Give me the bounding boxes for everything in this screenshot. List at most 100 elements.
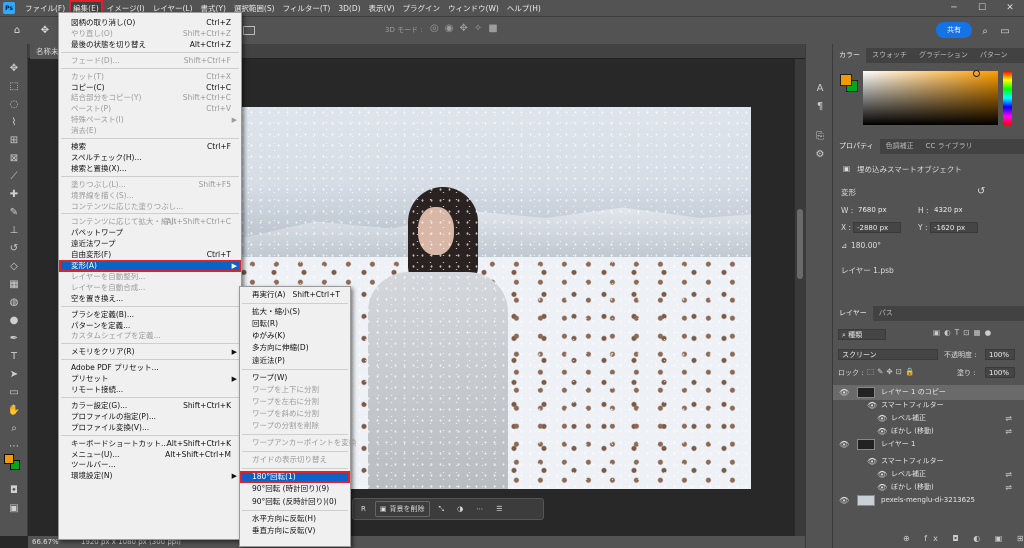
menu-item[interactable]: ワープを上下に分割: [240, 384, 350, 396]
menu-item[interactable]: 水平方向に反転(H): [240, 513, 350, 525]
height-field[interactable]: 4320 px: [931, 205, 979, 216]
home-icon[interactable]: ⌂: [8, 22, 26, 40]
scrollbar-thumb[interactable]: [797, 209, 803, 279]
menu-11[interactable]: ヘルプ(H): [503, 0, 545, 16]
workspace-icon[interactable]: ▭: [996, 22, 1014, 40]
color-picker-field[interactable]: [863, 71, 998, 125]
menu-9[interactable]: プラグイン: [399, 0, 445, 16]
menu-item[interactable]: ガイドの表示切り替え: [240, 454, 350, 466]
minimize-icon[interactable]: ─: [940, 0, 968, 16]
layer-kind-filter[interactable]: ⌕ 種類: [838, 329, 886, 340]
menu-item[interactable]: カスタムシェイプを定義...: [59, 330, 241, 342]
eraser-tool-icon[interactable]: ◇: [6, 260, 22, 274]
menu-item[interactable]: プロファイル変換(V)...: [59, 422, 241, 434]
menu-item[interactable]: 最後の状態を切り替え Alt+Ctrl+Z: [59, 39, 241, 51]
move-tool-icon[interactable]: ✥: [6, 62, 22, 76]
y-field[interactable]: -1620 px: [930, 222, 978, 233]
fill-field[interactable]: 100%: [985, 367, 1015, 378]
crop-tool-icon[interactable]: ⊞: [6, 134, 22, 148]
layer-filter-icons[interactable]: ▣◐T⊡▦●: [933, 328, 995, 337]
menu-item[interactable]: 90°回転 (時計回り)(9): [240, 483, 350, 495]
move-tool-icon[interactable]: ✥: [36, 22, 54, 40]
reset-transform-icon[interactable]: ↺: [977, 186, 985, 197]
menu-item[interactable]: 回転(R): [240, 318, 350, 330]
layer-panel-actions[interactable]: ⊕ fx ◘ ◐ ▣ ⊞ 🗑: [903, 534, 1024, 543]
healing-brush-icon[interactable]: ✚: [6, 188, 22, 202]
menu-item[interactable]: 検索と置換(X)...: [59, 163, 241, 175]
tab-adjustments[interactable]: 色調補正: [880, 139, 920, 154]
menu-8[interactable]: 表示(V): [365, 0, 399, 16]
menu-6[interactable]: フィルター(T): [279, 0, 335, 16]
remove-background-button[interactable]: ▣ 背景を削除: [374, 501, 430, 517]
tab-cc-libraries[interactable]: CC ライブラリ: [920, 139, 979, 154]
blend-mode-select[interactable]: スクリーン: [838, 349, 938, 360]
tab-layers[interactable]: レイヤー: [833, 306, 873, 321]
brush-tool-icon[interactable]: ✎: [6, 206, 22, 220]
quick-select-icon[interactable]: ⌇: [6, 116, 22, 130]
menu-item[interactable]: ワープアンカーポイントを変換: [240, 437, 356, 449]
slide-icon[interactable]: ✧: [474, 23, 482, 34]
lasso-tool-icon[interactable]: ◌: [6, 98, 22, 112]
type-tool-icon[interactable]: T: [6, 350, 22, 364]
more-options-icon[interactable]: ⋯: [472, 503, 487, 515]
search-icon[interactable]: ⌕: [976, 22, 994, 40]
menu-item[interactable]: ゆがみ(K): [240, 330, 350, 342]
frame-tool-icon[interactable]: ⊠: [6, 152, 22, 166]
vertical-scrollbar[interactable]: [795, 59, 805, 536]
orbit-icon[interactable]: ◎: [430, 23, 439, 34]
menu-item[interactable]: 垂直方向に反転(V): [240, 525, 350, 537]
tab-color[interactable]: カラー: [833, 48, 866, 63]
foreground-color-chip[interactable]: [840, 74, 852, 86]
dodge-tool-icon[interactable]: ●: [6, 314, 22, 328]
menu-item[interactable]: 消去(E): [59, 125, 241, 137]
tab-gradients[interactable]: グラデーション: [913, 48, 974, 63]
lock-icons[interactable]: ⬚✎✥⊡🔒: [867, 367, 917, 376]
menu-item[interactable]: ワープ(W): [240, 372, 350, 384]
quick-mask-icon[interactable]: ◘: [6, 484, 22, 498]
roll-icon[interactable]: ◉: [445, 23, 454, 34]
menu-item[interactable]: ワープの分割を削除: [240, 420, 350, 432]
ctx-label-r[interactable]: R: [357, 503, 370, 515]
adjust-icon[interactable]: ◑: [453, 503, 467, 515]
maximize-icon[interactable]: ☐: [968, 0, 996, 16]
gradient-tool-icon[interactable]: ▦: [6, 278, 22, 292]
menu-item[interactable]: 90°回転 (反時計回り)(0): [240, 496, 350, 508]
menu-item[interactable]: 空を置き換え...: [59, 293, 241, 305]
menu-item[interactable]: 環境設定(N) ▶: [59, 470, 241, 482]
visibility-eye-icon[interactable]: 👁: [839, 437, 849, 452]
opacity-field[interactable]: 100%: [985, 349, 1015, 360]
menu-item[interactable]: メモリをクリア(R) ▶: [59, 346, 241, 358]
menu-7[interactable]: 3D(D): [334, 0, 364, 16]
shape-tool-icon[interactable]: ▭: [6, 386, 22, 400]
stamp-tool-icon[interactable]: ⊥: [6, 224, 22, 238]
marquee-tool-icon[interactable]: ⬚: [6, 80, 22, 94]
menu-item[interactable]: リモート接続...: [59, 384, 241, 396]
screen-mode-icon[interactable]: ▣: [6, 502, 22, 516]
share-button[interactable]: 共有: [936, 22, 972, 38]
menu-item[interactable]: 拡大・縮小(S): [240, 306, 350, 318]
tab-patterns[interactable]: パターン: [974, 48, 1014, 63]
menu-item[interactable]: 再実行(A) Shift+Ctrl+T: [240, 289, 350, 301]
character-panel-icon[interactable]: A: [813, 82, 827, 96]
angle-value[interactable]: 180.00°: [851, 241, 881, 250]
eyedropper-icon[interactable]: ⟋: [6, 170, 22, 184]
hue-slider[interactable]: [1003, 71, 1012, 125]
paragraph-panel-icon[interactable]: ¶: [813, 100, 827, 114]
menu-item[interactable]: 180°回転(1): [240, 471, 350, 484]
menu-item[interactable]: ワープを斜めに分割: [240, 408, 350, 420]
camera-icon[interactable]: ■: [488, 23, 497, 34]
menu-item[interactable]: フェード(D)... Shift+Ctrl+F: [59, 55, 241, 67]
menu-item[interactable]: コンテンツに応じた塗りつぶし...: [59, 201, 241, 213]
zoom-tool-icon[interactable]: ⌕: [6, 422, 22, 436]
layer-row[interactable]: 👁 pexels-menglu-di-3213625: [833, 493, 1024, 508]
color-picker-cursor[interactable]: [973, 70, 980, 77]
align-icon[interactable]: [243, 26, 255, 35]
tab-paths[interactable]: パス: [873, 306, 899, 321]
menu-item[interactable]: 遠近法(P): [240, 355, 350, 367]
menu-item[interactable]: ワープを左右に分割: [240, 396, 350, 408]
tab-properties[interactable]: プロパティ: [833, 139, 880, 154]
foreground-color-swatch[interactable]: [4, 454, 14, 464]
history-panel-icon[interactable]: ⎘: [813, 130, 827, 144]
actions-panel-icon[interactable]: ⚙: [813, 148, 827, 162]
settings-icon[interactable]: ☰: [492, 503, 506, 515]
